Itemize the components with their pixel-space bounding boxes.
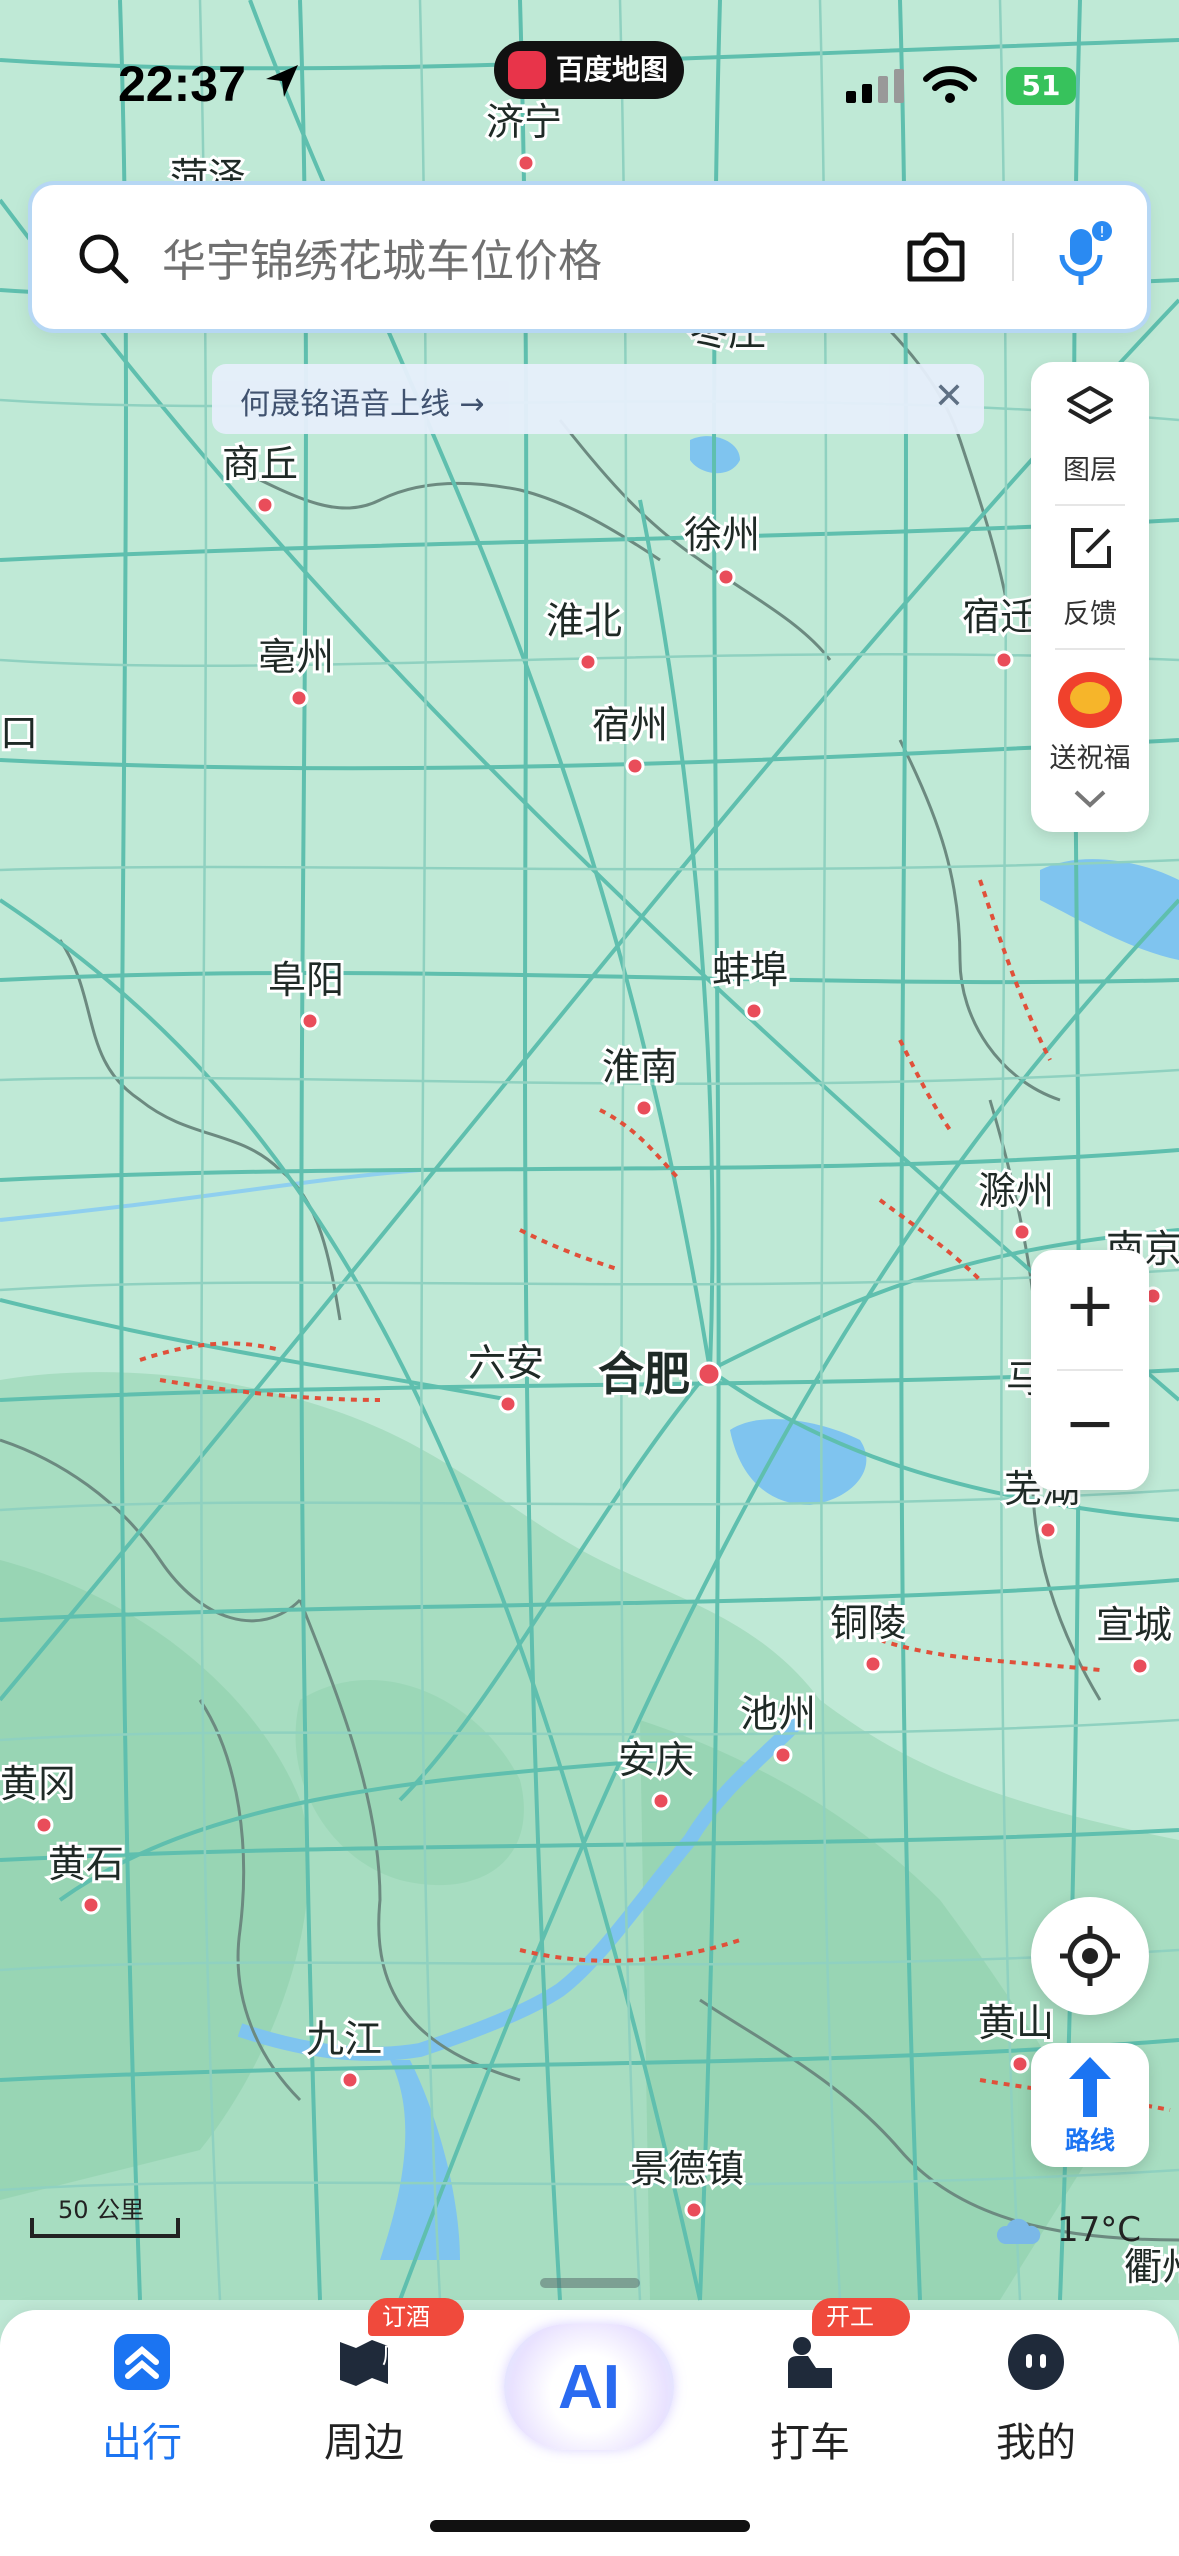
scale-line [30, 2218, 180, 2238]
weather-widget[interactable]: 17°C [995, 2210, 1141, 2250]
city-label: 衢州 [1124, 2245, 1179, 2289]
city-label: 宿迁 [962, 595, 1038, 639]
city-label: 滁州 [978, 1169, 1054, 1213]
panel-divider [1055, 504, 1125, 506]
zoom-out-button[interactable]: − [1031, 1386, 1149, 1459]
location-arrow-icon [266, 65, 298, 97]
notice-text[interactable]: 何晟铭语音上线 → [240, 379, 485, 423]
wifi-icon [923, 66, 977, 103]
layers-button[interactable]: 图层 [1031, 448, 1149, 487]
travel-icon [114, 2334, 170, 2390]
hotel-badge: 订酒店 [368, 2298, 464, 2369]
microphone-icon[interactable]: ! [1050, 221, 1114, 293]
app-indicator-label: 百度地图 [556, 53, 669, 86]
tab-nearby[interactable]: 订酒店 周边 [264, 2298, 464, 2490]
search-divider [1012, 233, 1014, 281]
coupon-badge: 开工券 [812, 2298, 910, 2369]
tab-taxi[interactable]: 开工券 打车 [710, 2298, 910, 2490]
chevron-down-icon[interactable] [1073, 788, 1107, 810]
city-label: 池州 [740, 1692, 816, 1736]
close-icon[interactable]: ✕ [934, 376, 964, 417]
city-label: 六安 [468, 1341, 544, 1385]
city-label: 亳州 [258, 635, 334, 679]
city-label: 安庆 [618, 1738, 694, 1782]
tab-label: 周边 [324, 2420, 404, 2466]
city-label: 九江 [306, 2017, 382, 2061]
battery-indicator: 51 [1006, 67, 1076, 105]
route-arrow-icon [1069, 2057, 1111, 2117]
voice-notice-banner[interactable]: 何晟铭语音上线 → ✕ [212, 364, 984, 434]
city-label: 宣城 [1096, 1603, 1172, 1647]
signal-icon [846, 69, 904, 103]
svg-text:!: ! [1099, 223, 1105, 241]
tab-label: 我的 [996, 2420, 1076, 2466]
home-indicator [430, 2520, 750, 2532]
baidu-map-logo-icon [508, 51, 546, 89]
city-label: 淮南 [602, 1045, 678, 1089]
search-bar[interactable]: 华宇锦绣花城车位价格 ! [32, 185, 1147, 329]
city-label: 黄石 [48, 1842, 124, 1886]
city-label: 合肥 [598, 1347, 690, 1401]
city-label: 徐州 [684, 513, 760, 557]
city-label: 铜陵 [830, 1601, 906, 1645]
tab-label: 打车 [770, 2420, 850, 2466]
zoom-control: + − [1031, 1250, 1149, 1490]
feedback-button[interactable]: 反馈 [1031, 592, 1149, 631]
crosshair-icon [1060, 1926, 1120, 1986]
city-label: 宿州 [592, 703, 668, 747]
layers-icon[interactable] [1065, 384, 1115, 434]
blessing-button[interactable]: 送祝福 [1031, 736, 1149, 775]
camera-icon[interactable] [904, 229, 968, 285]
ai-label: AI [558, 2353, 620, 2422]
city-label: 黄冈 [0, 1762, 76, 1806]
route-button[interactable]: 路线 [1031, 2043, 1149, 2167]
city-label: 景德镇 [630, 2147, 744, 2191]
route-label[interactable]: 路线 [1031, 2121, 1149, 2157]
map-tools-panel: 图层 反馈 送祝福 [1031, 362, 1149, 832]
ai-button[interactable]: AI [504, 2324, 674, 2450]
city-label: 蚌埠 [712, 948, 788, 992]
status-time: 22:37 [118, 56, 246, 112]
profile-icon [1008, 2334, 1064, 2390]
cloud-icon [996, 2218, 1041, 2244]
app-indicator-pill[interactable]: 百度地图 [494, 41, 684, 99]
blessing-icon[interactable] [1053, 664, 1127, 734]
scale-bar: 50 公里 [30, 2190, 180, 2240]
city-label: 口 [0, 711, 38, 755]
search-icon [79, 234, 129, 284]
panel-divider [1055, 648, 1125, 650]
city-label: 阜阳 [268, 958, 344, 1002]
locate-button[interactable] [1031, 1897, 1149, 2015]
weather-temp: 17°C [1057, 2210, 1142, 2250]
drawer-handle[interactable] [540, 2278, 640, 2288]
zoom-divider [1057, 1369, 1123, 1371]
tab-label: 出行 [102, 2420, 182, 2466]
status-bar: 22:37 百度地图 51 [0, 41, 1179, 115]
search-input[interactable]: 华宇锦绣花城车位价格 [162, 225, 602, 289]
city-label: 淮北 [546, 599, 622, 643]
zoom-in-button[interactable]: + [1031, 1268, 1149, 1341]
city-label: 商丘 [222, 442, 298, 486]
tab-mine[interactable]: 我的 [936, 2310, 1136, 2490]
feedback-icon[interactable] [1067, 524, 1115, 572]
city-label: 黄山 [978, 2001, 1054, 2045]
tab-travel[interactable]: 出行 [42, 2310, 242, 2490]
